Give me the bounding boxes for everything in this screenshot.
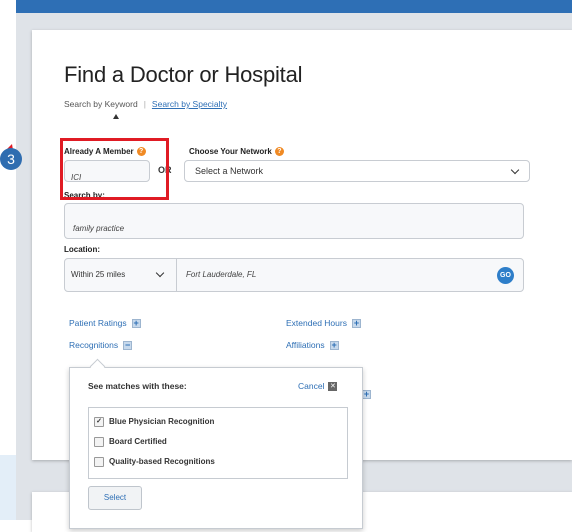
checkbox-checked-icon[interactable]: ✓ <box>94 417 104 427</box>
checkbox-blue-physician-recognition[interactable]: ✓ Blue Physician Recognition <box>94 417 214 427</box>
search-input[interactable]: family practice <box>64 203 524 239</box>
expand-plus-icon[interactable]: + <box>131 319 141 329</box>
checkbox-label: Board Certified <box>109 437 167 447</box>
checkbox-icon[interactable] <box>94 457 104 467</box>
search-by-keyword-tab[interactable]: Search by Keyword <box>64 99 138 109</box>
cancel-button[interactable]: Cancel ✕ <box>298 381 338 392</box>
checkbox-board-certified[interactable]: Board Certified <box>94 437 167 447</box>
highlight-box <box>60 138 169 200</box>
search-mode-nav: Search by Keyword | Search by Specialty <box>64 99 227 109</box>
network-label-text: Choose Your Network <box>189 147 272 156</box>
top-header-bar <box>16 0 572 13</box>
checkbox-label: Blue Physician Recognition <box>109 417 215 427</box>
expand-plus-icon[interactable]: + <box>362 390 371 399</box>
checkbox-quality-based-recognitions[interactable]: Quality-based Recognitions <box>94 457 215 467</box>
close-icon[interactable]: ✕ <box>328 382 338 392</box>
network-select-value: Select a Network <box>195 166 264 176</box>
location-input-value: Fort Lauderdale, FL <box>186 270 257 279</box>
network-select[interactable]: Select a Network <box>184 160 530 182</box>
location-field: Within 25 miles Fort Lauderdale, FL GO <box>64 258 524 292</box>
expand-plus-icon[interactable]: + <box>329 341 339 351</box>
search-input-value: family practice <box>73 224 125 233</box>
chevron-down-icon <box>510 165 520 175</box>
extended-hours-label: Extended Hours <box>286 318 347 328</box>
cancel-label: Cancel <box>298 381 325 391</box>
radius-select-value: Within 25 miles <box>71 270 126 279</box>
nav-separator: | <box>143 99 146 109</box>
go-button[interactable]: GO <box>497 267 514 284</box>
network-label: Choose Your Network? <box>189 147 284 157</box>
expand-plus-icon[interactable]: + <box>351 319 361 329</box>
help-icon[interactable]: ? <box>274 147 284 157</box>
recognitions-checklist: ✓ Blue Physician Recognition Board Certif… <box>88 407 348 479</box>
chevron-down-icon <box>155 268 165 278</box>
left-edge-panel <box>0 455 16 520</box>
extended-hours-option[interactable]: Extended Hours + <box>286 318 361 329</box>
recognitions-option[interactable]: Recognitions − <box>69 340 133 351</box>
affiliations-label: Affiliations <box>286 340 325 350</box>
patient-ratings-option[interactable]: Patient Ratings + <box>69 318 141 329</box>
collapse-minus-icon[interactable]: − <box>123 341 133 351</box>
page-title: Find a Doctor or Hospital <box>64 62 303 87</box>
popup-heading: See matches with these: <box>88 381 187 391</box>
checkbox-label: Quality-based Recognitions <box>109 457 215 467</box>
checkbox-icon[interactable] <box>94 437 104 447</box>
step-number-badge: 3 <box>0 148 22 170</box>
location-label: Location: <box>64 245 100 254</box>
location-input[interactable]: Fort Lauderdale, FL <box>177 259 467 291</box>
search-by-specialty-link[interactable]: Search by Specialty <box>152 99 227 109</box>
radius-select[interactable]: Within 25 miles <box>65 259 176 291</box>
select-button[interactable]: Select <box>88 486 142 510</box>
recognitions-label: Recognitions <box>69 340 119 350</box>
affiliations-option[interactable]: Affiliations + <box>286 340 339 351</box>
active-tab-caret-icon <box>113 114 119 119</box>
patient-ratings-label: Patient Ratings <box>69 318 127 328</box>
